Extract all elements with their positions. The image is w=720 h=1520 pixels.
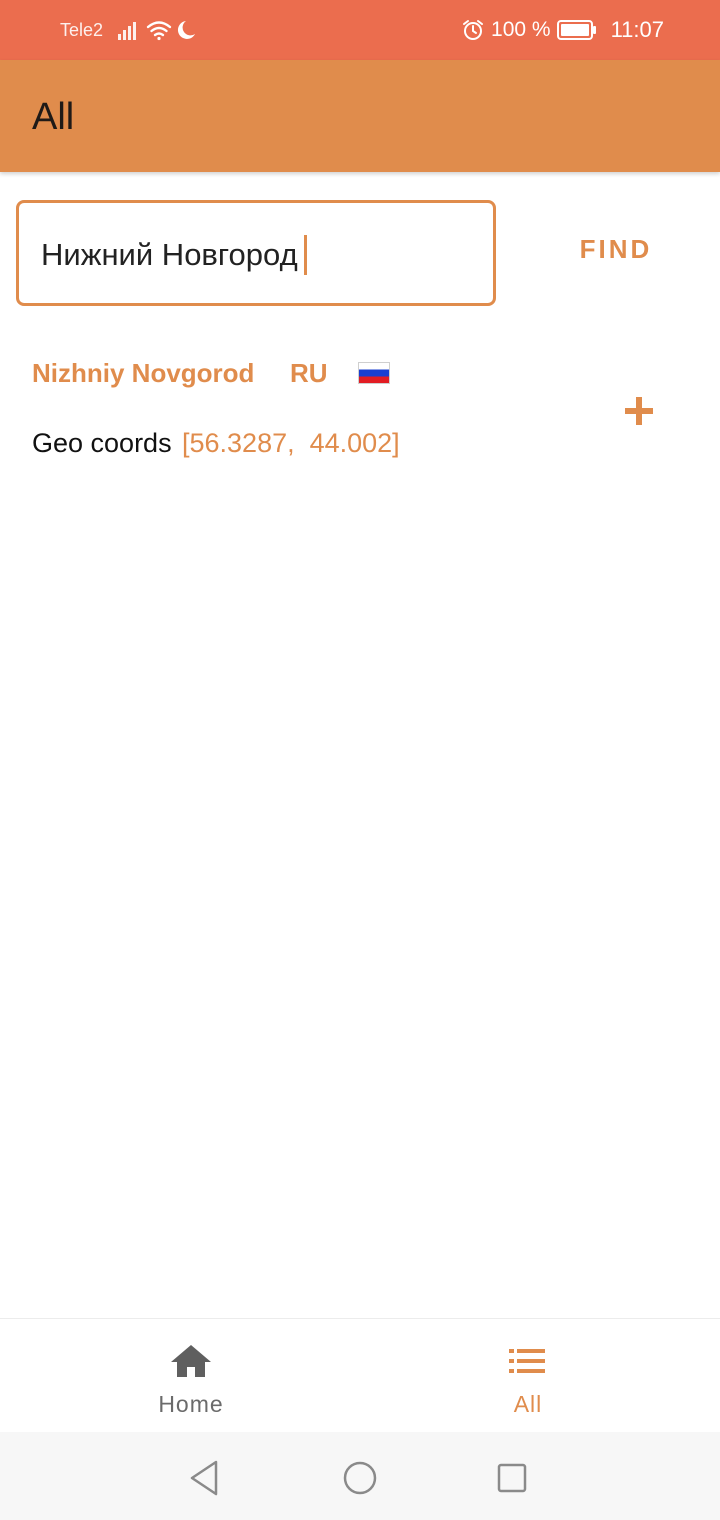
app-bar: All: [0, 60, 720, 172]
battery-level: 100 %: [491, 18, 551, 41]
search-input-value[interactable]: Нижний Новгород: [41, 235, 307, 275]
geo-coords-label: Geo coords: [32, 428, 172, 458]
back-triangle-icon: [190, 1460, 218, 1496]
list-icon: [509, 1349, 545, 1373]
result-country-code: RU: [290, 358, 328, 388]
status-icons: [118, 21, 195, 41]
search-input[interactable]: Нижний Новгород: [16, 200, 496, 306]
page-title: All: [32, 96, 75, 138]
signal-icon: [118, 22, 136, 40]
recents-square-icon: [497, 1463, 527, 1493]
bottom-navigation: Home All: [0, 1318, 720, 1432]
recent-apps-button[interactable]: [490, 1456, 534, 1500]
back-button[interactable]: [184, 1456, 228, 1500]
system-home-button[interactable]: [338, 1456, 382, 1500]
plus-icon: [625, 397, 653, 425]
home-icon: [171, 1345, 211, 1377]
search-result[interactable]: Nizhniy Novgorod RU Geo coords [56.3287,…: [32, 354, 692, 474]
status-bar: Tele2 100 % 11:07: [0, 0, 720, 60]
clock: 11:07: [610, 17, 664, 42]
alarm-icon: [463, 20, 484, 40]
wifi-icon: [146, 21, 172, 41]
find-button[interactable]: FIND: [560, 222, 672, 276]
nav-item-all-label: All: [513, 1391, 543, 1417]
moon-icon: [177, 21, 195, 39]
geo-coords-value: [56.3287, 44.002]: [182, 428, 400, 458]
add-city-button[interactable]: [614, 386, 664, 436]
result-city-name: Nizhniy Novgorod: [32, 358, 255, 388]
carrier-name: Tele2: [60, 20, 104, 40]
home-circle-icon: [343, 1461, 377, 1495]
nav-item-home-label: Home: [158, 1391, 224, 1417]
system-navigation-bar: [0, 1432, 720, 1520]
search-input-text: Нижний Новгород: [41, 237, 298, 272]
text-caret: [303, 235, 307, 275]
russia-flag-icon: [358, 362, 390, 384]
battery-icon: [556, 20, 596, 40]
nav-item-home[interactable]: Home: [91, 1319, 291, 1433]
nav-item-all[interactable]: All: [428, 1319, 628, 1433]
